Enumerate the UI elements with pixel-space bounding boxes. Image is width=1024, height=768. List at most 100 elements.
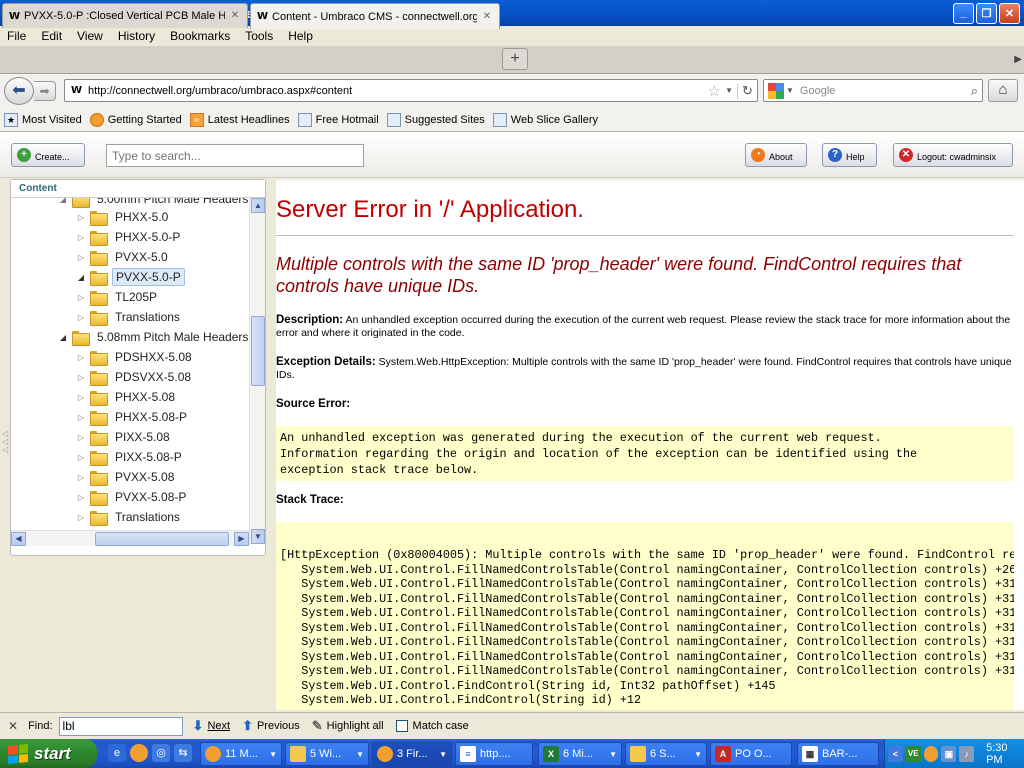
- about-button[interactable]: ◔ About: [745, 143, 807, 167]
- menu-file[interactable]: File: [0, 29, 34, 43]
- url-bar[interactable]: W http://connectwell.org/umbraco/umbraco…: [64, 79, 758, 102]
- scroll-right-arrow-icon[interactable]: ▶: [234, 532, 249, 546]
- menu-bookmarks[interactable]: Bookmarks: [163, 29, 238, 43]
- tree-horizontal-scrollbar[interactable]: ◀ ▶: [11, 530, 249, 546]
- tree-node[interactable]: ▷ PVXX-5.0: [76, 248, 171, 266]
- search-engine-dropdown-icon[interactable]: ▼: [786, 86, 794, 95]
- tree-node-parent[interactable]: ◢ 5.00mm Pitch Male Headers: [58, 198, 249, 208]
- checkbox[interactable]: [395, 720, 408, 732]
- tree-node[interactable]: ▷ PVXX-5.08: [76, 468, 177, 486]
- tree-node[interactable]: ▷ PHXX-5.0: [76, 208, 171, 226]
- close-tab-icon[interactable]: ✕: [481, 11, 493, 23]
- home-button[interactable]: ⌂: [988, 79, 1018, 102]
- tree-node[interactable]: ▷ PHXX-5.0-P: [76, 228, 183, 246]
- bookmark-free-hotmail[interactable]: Free Hotmail: [297, 112, 379, 127]
- forward-button[interactable]: ➡: [34, 81, 56, 101]
- menu-history[interactable]: History: [111, 29, 163, 43]
- quick-launch-icon[interactable]: ◎: [152, 744, 170, 762]
- scroll-thumb[interactable]: [251, 316, 265, 386]
- task-button[interactable]: X 6 Mi... ▼: [538, 742, 622, 766]
- tree-node[interactable]: ▷ TL205P: [76, 288, 160, 306]
- tray-icon[interactable]: <: [888, 745, 903, 762]
- start-button[interactable]: start: [0, 739, 97, 768]
- tree-node-parent[interactable]: ◢ 5.08mm Pitch Male Headers: [58, 328, 249, 346]
- close-find-bar-icon[interactable]: ✕: [8, 719, 18, 733]
- tree-vertical-scrollbar[interactable]: ▲ ▼: [249, 198, 265, 544]
- tree-node[interactable]: ▷ PIXX-5.08-P: [76, 448, 185, 466]
- tree-node[interactable]: ▷ PVXX-5.08-P: [76, 488, 189, 506]
- help-button[interactable]: ? Help: [822, 143, 877, 167]
- expand-arrow-icon[interactable]: ▷: [76, 393, 86, 402]
- task-button-active[interactable]: 3 Fir... ▼: [372, 742, 452, 766]
- expand-arrow-icon[interactable]: ▷: [76, 513, 86, 522]
- url-history-dropdown-icon[interactable]: ▼: [725, 86, 733, 95]
- close-tab-icon[interactable]: ✕: [229, 10, 241, 22]
- close-window-button[interactable]: ✕: [999, 2, 1020, 24]
- tree-node[interactable]: ▷ PHXX-5.08-P: [76, 408, 190, 426]
- expand-arrow-icon[interactable]: ▷: [76, 253, 86, 262]
- scroll-thumb[interactable]: [95, 532, 229, 546]
- umbraco-search-input[interactable]: [106, 144, 364, 167]
- collapse-arrow-icon[interactable]: ◢: [58, 333, 68, 342]
- quick-launch-icon[interactable]: ⇆: [174, 744, 192, 762]
- find-input[interactable]: lbl: [58, 716, 183, 736]
- bookmark-latest-headlines[interactable]: ≈ Latest Headlines: [189, 112, 290, 127]
- task-button[interactable]: ≡ http....: [455, 742, 533, 766]
- scroll-down-arrow-icon[interactable]: ▼: [251, 529, 265, 544]
- tree-node-selected[interactable]: ◢ PVXX-5.0-P: [76, 268, 185, 286]
- new-tab-button[interactable]: +: [502, 48, 528, 70]
- menu-edit[interactable]: Edit: [34, 29, 70, 43]
- menu-view[interactable]: View: [70, 29, 111, 43]
- collapse-arrow-icon[interactable]: ◢: [76, 273, 86, 282]
- back-button[interactable]: ⬅: [4, 77, 34, 105]
- bookmark-getting-started[interactable]: Getting Started: [89, 112, 182, 127]
- task-button[interactable]: A PO O...: [710, 742, 792, 766]
- restore-button[interactable]: ❐: [976, 2, 997, 24]
- task-button[interactable]: 11 M... ▼: [200, 742, 282, 766]
- task-button[interactable]: 5 Wi... ▼: [285, 742, 369, 766]
- find-next-button[interactable]: ⬇ Next: [193, 718, 231, 734]
- menu-tools[interactable]: Tools: [238, 29, 281, 43]
- logout-button[interactable]: ✕ Logout: cwadminsix: [893, 143, 1013, 167]
- bookmark-star-icon[interactable]: ☆: [708, 82, 721, 100]
- expand-arrow-icon[interactable]: ▷: [76, 493, 86, 502]
- expand-arrow-icon[interactable]: ▷: [76, 353, 86, 362]
- collapse-arrow-icon[interactable]: ◢: [58, 198, 68, 204]
- tab-pvxx[interactable]: W PVXX-5.0-P :Closed Vertical PCB Male H…: [2, 3, 248, 28]
- minimize-button[interactable]: _: [953, 2, 974, 24]
- panel-splitter-grip-icon[interactable]: ◁ ◁ ◁: [2, 430, 8, 454]
- tree-node[interactable]: ▷ PDSVXX-5.08: [76, 368, 194, 386]
- tree-node[interactable]: ▷ PIXX-5.08: [76, 428, 173, 446]
- clock[interactable]: 5:30 PM: [986, 742, 1024, 766]
- tree-node[interactable]: ▷ PDSHXX-5.08: [76, 348, 195, 366]
- search-icon[interactable]: ⌕: [971, 83, 978, 99]
- reload-icon[interactable]: ↻: [737, 82, 757, 99]
- scroll-up-arrow-icon[interactable]: ▲: [251, 198, 265, 213]
- expand-arrow-icon[interactable]: ▷: [76, 453, 86, 462]
- bookmark-suggested-sites[interactable]: Suggested Sites: [386, 112, 485, 127]
- expand-arrow-icon[interactable]: ▷: [76, 213, 86, 222]
- expand-arrow-icon[interactable]: ▷: [76, 373, 86, 382]
- bookmark-web-slice-gallery[interactable]: Web Slice Gallery: [492, 112, 598, 127]
- find-previous-button[interactable]: ⬆ Previous: [242, 718, 300, 734]
- tree-node[interactable]: ▷ Translations: [76, 308, 183, 326]
- expand-arrow-icon[interactable]: ▷: [76, 293, 86, 302]
- expand-arrow-icon[interactable]: ▷: [76, 433, 86, 442]
- search-bar[interactable]: ▼ Google ⌕: [763, 79, 983, 102]
- scroll-left-arrow-icon[interactable]: ◀: [11, 532, 26, 546]
- volume-icon[interactable]: ♪: [959, 745, 975, 762]
- tree-node[interactable]: ▷ PHXX-5.08: [76, 388, 178, 406]
- match-case-checkbox[interactable]: Match case: [395, 720, 469, 732]
- tree-node[interactable]: ▷ Translations: [76, 508, 183, 526]
- firefox-icon[interactable]: [130, 744, 148, 762]
- tab-list-arrow-icon[interactable]: ▶: [1014, 54, 1022, 65]
- expand-arrow-icon[interactable]: ▷: [76, 233, 86, 242]
- tray-icon[interactable]: [923, 745, 939, 762]
- create-button[interactable]: + Create...: [11, 143, 85, 167]
- expand-arrow-icon[interactable]: ▷: [76, 413, 86, 422]
- menu-help[interactable]: Help: [281, 29, 321, 43]
- tab-content-umbraco[interactable]: W Content - Umbraco CMS - connectwell.or…: [250, 3, 500, 29]
- highlight-all-button[interactable]: ✎ Highlight all: [312, 718, 384, 734]
- task-button[interactable]: 6 S... ▼: [625, 742, 707, 766]
- tray-icon[interactable]: VE: [905, 745, 921, 762]
